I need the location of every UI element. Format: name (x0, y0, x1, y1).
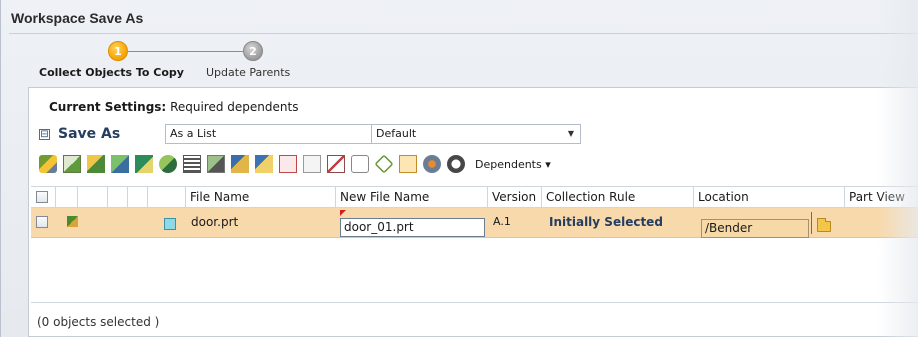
folder-icon[interactable] (817, 218, 831, 232)
collection-rule-cell: Initially Selected (549, 215, 663, 229)
step-connector (128, 51, 243, 52)
folder-open-icon[interactable] (399, 155, 417, 173)
dependents-label: Dependents (475, 157, 542, 171)
chevron-down-icon[interactable]: ▼ (562, 125, 580, 143)
copy-yellow-icon[interactable] (87, 155, 105, 173)
save-as-row: ⊟ Save As (39, 124, 126, 144)
location-input[interactable]: /Bender (701, 219, 809, 238)
column-file-name[interactable]: File Name (185, 187, 335, 208)
dependents-menu[interactable]: Dependents ▾ (475, 158, 551, 171)
column-icon-c (107, 187, 127, 208)
grid-icon[interactable] (207, 155, 225, 173)
save-as-label: Save As (58, 126, 121, 142)
move-up-icon[interactable] (231, 155, 249, 173)
column-location[interactable]: Location (693, 187, 844, 208)
list-icon[interactable] (183, 155, 201, 173)
edit-icon[interactable] (135, 155, 153, 173)
tag-icon[interactable] (351, 155, 369, 173)
column-icon-b (77, 187, 107, 208)
table-empty-area (31, 238, 918, 303)
column-collection-rule[interactable]: Collection Rule (541, 187, 693, 208)
column-version[interactable]: Version (487, 187, 541, 208)
file-name-cell: door.prt (191, 215, 239, 229)
table-row[interactable]: door.prt door_01.prt A.1 Initially Selec… (31, 208, 918, 238)
add-component-icon[interactable] (39, 155, 57, 173)
dialog-title: Workspace Save As (11, 10, 144, 26)
delete-icon[interactable] (279, 155, 297, 173)
copy-green-icon[interactable] (111, 155, 129, 173)
step-2-label[interactable]: Update Parents (206, 66, 290, 79)
move-down-icon[interactable] (255, 155, 273, 173)
table-header: File Name New File Name Version Collecti… (31, 186, 918, 208)
gem-icon[interactable] (159, 155, 177, 173)
modified-marker (340, 210, 346, 216)
location-divider (811, 212, 812, 234)
assembly-icon (67, 216, 78, 227)
workspace-save-as-dialog: Workspace Save As 1 2 Collect Objects To… (0, 0, 918, 337)
step-1-label[interactable]: Collect Objects To Copy (39, 66, 184, 79)
profile-value: Default (376, 127, 417, 140)
part-icon (164, 218, 176, 230)
step-2-indicator[interactable]: 2 (243, 41, 263, 61)
save-as-mode-select[interactable]: As a List ▼ (165, 124, 392, 144)
save-as-mode-value: As a List (170, 127, 217, 140)
column-part-view[interactable]: Part View (844, 187, 918, 208)
column-icon-d (127, 187, 147, 208)
tree-icon[interactable] (63, 155, 81, 173)
collapse-icon[interactable]: ⊟ (39, 128, 50, 140)
select-all-checkbox[interactable] (36, 191, 48, 203)
settings-icon[interactable] (423, 155, 441, 173)
recycle-icon[interactable] (374, 154, 394, 174)
toolbar: Dependents ▾ (39, 153, 551, 175)
current-settings-label: Current Settings: (49, 100, 167, 114)
undo-icon[interactable] (447, 155, 465, 173)
save-as-panel: Current Settings: Required dependents ⊟ … (28, 87, 918, 337)
title-divider (9, 33, 918, 34)
current-settings-value: Required dependents (170, 100, 299, 114)
column-new-file-name[interactable]: New File Name (335, 187, 487, 208)
column-icon-e (147, 187, 185, 208)
chevron-down-icon: ▾ (545, 157, 551, 171)
profile-select[interactable]: Default ▼ (371, 124, 581, 144)
current-settings: Current Settings: Required dependents (49, 100, 298, 114)
selection-status: (0 objects selected ) (37, 315, 160, 329)
row-checkbox[interactable] (36, 216, 48, 228)
column-icon-a (55, 187, 77, 208)
step-1-indicator[interactable]: 1 (108, 41, 128, 61)
new-file-name-input[interactable]: door_01.prt (340, 218, 485, 237)
no-icon[interactable] (327, 155, 345, 173)
version-cell: A.1 (493, 215, 511, 228)
frame-icon[interactable] (303, 155, 321, 173)
objects-table: File Name New File Name Version Collecti… (31, 186, 918, 303)
